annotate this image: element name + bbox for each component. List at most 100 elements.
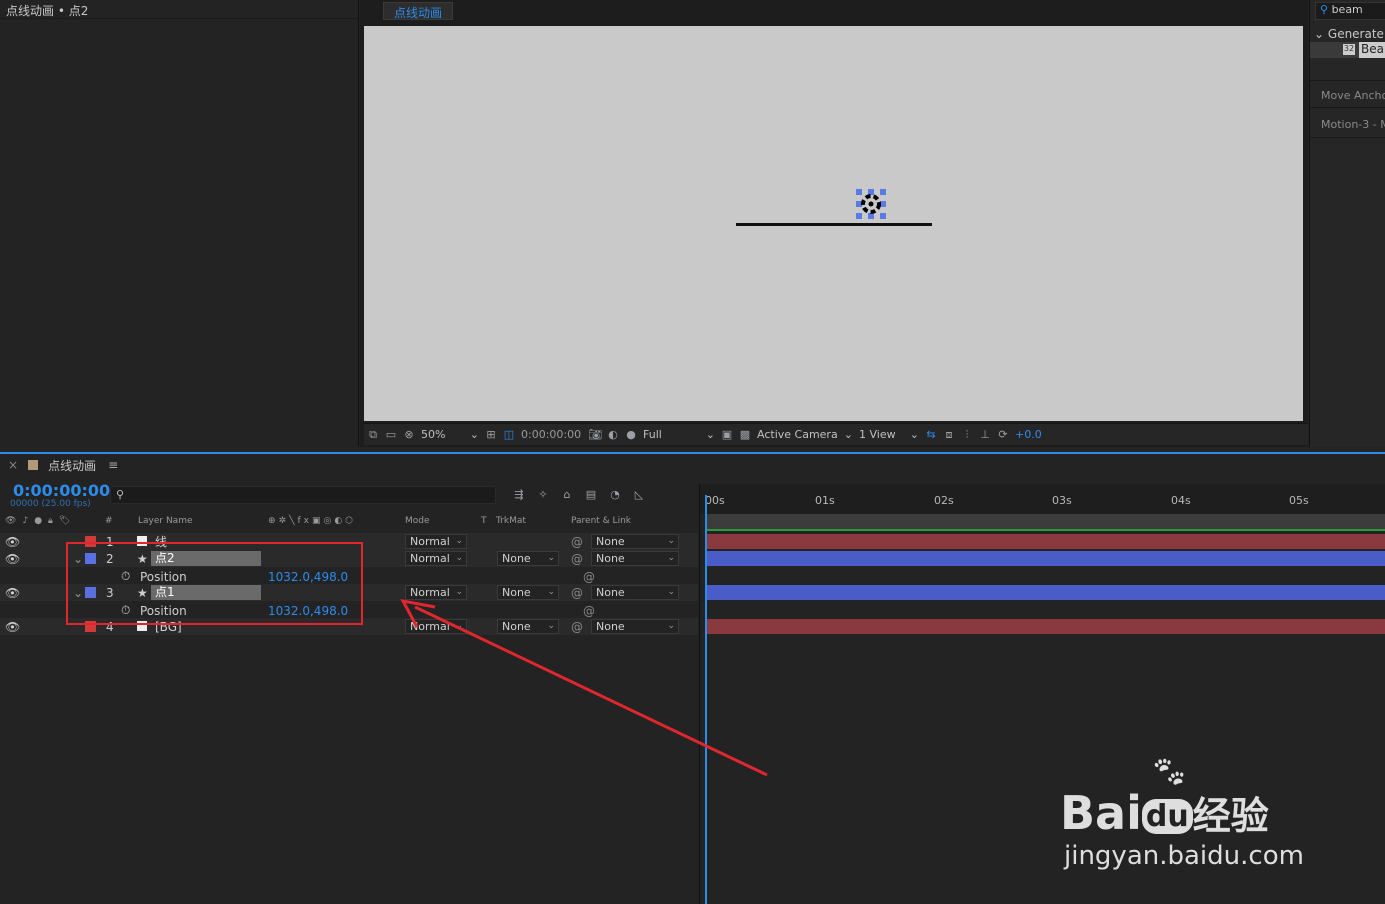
work-area-bar[interactable] (706, 514, 1385, 530)
always-preview-icon[interactable]: ⧉ (364, 427, 382, 443)
watermark-logo: Bai du 经验 (1060, 785, 1269, 840)
effects-item-row[interactable]: 32 Bea (1310, 42, 1385, 58)
eye-icon[interactable]: 👁︎ (5, 535, 20, 549)
trkmat-select[interactable]: None ⌄ (497, 551, 559, 566)
comp-mini-flowchart-icon[interactable]: ⇶ (510, 486, 528, 502)
chevron-down-icon: ⌄ (469, 428, 479, 441)
project-panel: 点线动画 • 点2 (0, 0, 359, 447)
effects-search-field[interactable]: ⚲ beam (1315, 2, 1385, 20)
switches-header: 👁︎ ♪ ● 🔒︎ 🏷︎ (5, 516, 70, 530)
chevron-down-icon: ⌄ (455, 553, 463, 563)
lock-icon: 🔒︎ (48, 516, 53, 526)
ruler-tick: 02s (934, 494, 954, 507)
line-layer-shape[interactable] (736, 223, 932, 226)
ruler-tick: 01s (815, 494, 835, 507)
exposure-value[interactable]: +0.0 (1012, 424, 1045, 445)
timeline-timecode[interactable]: 0:00:00:00 (13, 481, 110, 500)
comp-color-icon (28, 460, 39, 470)
parent-column-header: Parent & Link (571, 516, 631, 526)
effects-category[interactable]: ⌄ Generate (1314, 27, 1384, 41)
fast-preview-icon[interactable]: ▣ (718, 427, 736, 443)
show-snapshot-icon[interactable]: ◐ (604, 427, 622, 443)
expression-icon[interactable]: @ (583, 570, 595, 584)
annotation-arrow (400, 598, 768, 777)
fx-icon: fx (297, 516, 313, 526)
mode-select[interactable]: Normal ⌄ (405, 534, 467, 549)
highlight-box (66, 542, 363, 625)
quality-icon: ╲ (289, 516, 298, 526)
layer-3-track-bar[interactable] (706, 585, 1385, 600)
motion-blur-icon[interactable]: ◔ (606, 486, 624, 502)
safe-margins-icon[interactable]: ⊞ (482, 427, 500, 443)
color-channel-icon[interactable]: ● (622, 427, 640, 443)
viewer-comp-tab[interactable]: 点线动画 (383, 2, 454, 20)
view-layout-select[interactable]: 1 View ⌄ (856, 428, 922, 441)
camera-value: Active Camera (757, 428, 838, 441)
flowchart-icon[interactable]: ⊥ (976, 427, 994, 443)
monitor-icon[interactable]: ▭ (382, 427, 400, 443)
layer-name-column-header[interactable]: Layer Name (138, 516, 193, 530)
camera-select[interactable]: Active Camera ⌄ (754, 428, 856, 441)
collapse-icon: ✲ (278, 516, 290, 526)
layer-1-track-bar[interactable] (706, 534, 1385, 549)
parent-value: None (596, 552, 625, 565)
timeline-tab-title[interactable]: 点线动画 (48, 457, 96, 474)
render-3d-icon[interactable]: ⧈ (940, 427, 958, 443)
chevron-down-icon: ⌄ (705, 428, 715, 441)
mode-select[interactable]: Normal ⌄ (405, 551, 467, 566)
effect-item-label: Bea (1359, 42, 1385, 58)
effects-search-value: beam (1331, 3, 1363, 16)
view-layout-value: 1 View (859, 428, 896, 441)
draft-3d-icon[interactable]: ✧ (534, 486, 552, 502)
effect-badge-icon: 32 (1343, 44, 1355, 55)
zoom-value: 50% (421, 428, 446, 441)
preset-move-anchor[interactable]: Move Anchor (1310, 80, 1385, 108)
chevron-down-icon: ⌄ (547, 553, 555, 563)
chevron-down-icon: ⌄ (667, 536, 675, 546)
toggle-pixel-aspect-icon[interactable]: ⇆ (922, 427, 940, 443)
panel-menu-icon[interactable]: ≡ (108, 458, 118, 472)
graph-editor-icon[interactable]: ◺ (630, 486, 648, 502)
layer-2-track-bar[interactable] (706, 551, 1385, 566)
eye-icon[interactable]: 👁︎ (5, 552, 20, 566)
motion-blur-switch-icon: ◎ (323, 516, 335, 526)
parent-select[interactable]: None ⌄ (591, 534, 679, 549)
baidu-watermark: Bai du 经验 🐾︎ jingyan.baidu.com (1060, 755, 1320, 875)
chevron-down-icon: ⌄ (455, 536, 463, 546)
mode-column-header: Mode (405, 516, 430, 526)
parent-value: None (596, 535, 625, 548)
search-icon: ⚲ (1320, 3, 1329, 16)
frame-blend-icon: ▣ (312, 516, 324, 526)
ruler-tick: 05s (1289, 494, 1309, 507)
resolution-select[interactable]: Full ⌄ (640, 428, 718, 441)
pickwhip-icon[interactable]: @ (571, 552, 583, 566)
resolution-value: Full (643, 428, 662, 441)
layer-4-track-bar[interactable] (706, 619, 1385, 634)
eye-icon[interactable]: 👁︎ (5, 586, 20, 600)
snapshot-icon[interactable]: 📷︎ (586, 427, 604, 443)
pickwhip-icon[interactable]: @ (571, 535, 583, 549)
close-icon[interactable]: × (8, 458, 18, 472)
viewer-timecode[interactable]: 0:00:00:00 (518, 424, 586, 445)
eye-icon[interactable]: 👁︎ (5, 620, 20, 634)
anchor-point-handle[interactable] (856, 189, 886, 219)
time-ruler[interactable]: 00s 01s 02s 03s 04s 05s (700, 484, 1385, 514)
mask-visibility-icon[interactable]: ⊗ (400, 427, 418, 443)
parent-select[interactable]: None ⌄ (591, 551, 679, 566)
zoom-select[interactable]: 50% ⌄ (418, 428, 482, 441)
layer-switches-header: ⊕✲╲fx▣◎◐⬡ (268, 516, 356, 530)
comp-flowchart-icon[interactable]: ⫶ (958, 427, 976, 443)
frame-blending-icon[interactable]: ▤ (582, 486, 600, 502)
search-icon: ⚲ (116, 488, 125, 501)
layer-search-field[interactable]: ⚲ (110, 486, 496, 504)
viewer-toolbar: ⧉ ▭ ⊗ 50% ⌄ ⊞ ◫ 0:00:00:00 📷︎ ◐ ● Full ⌄ ▣… (364, 423, 1308, 445)
reset-exposure-icon[interactable]: ⟳ (994, 427, 1012, 443)
watermark-bai: Bai (1060, 786, 1142, 840)
chevron-down-icon: ⌄ (1314, 27, 1325, 41)
shy-layers-icon[interactable]: ⌂ (558, 486, 576, 502)
effects-presets-panel: ⚲ beam ⌄ Generate 32 Bea Move Anchor Mot… (1309, 0, 1385, 447)
preset-motion[interactable]: Motion-3 - M (1310, 110, 1385, 138)
region-of-interest-icon[interactable]: ◫ (500, 427, 518, 443)
transparency-grid-icon[interactable]: ▩ (736, 427, 754, 443)
eye-icon: 👁︎ (5, 516, 17, 526)
